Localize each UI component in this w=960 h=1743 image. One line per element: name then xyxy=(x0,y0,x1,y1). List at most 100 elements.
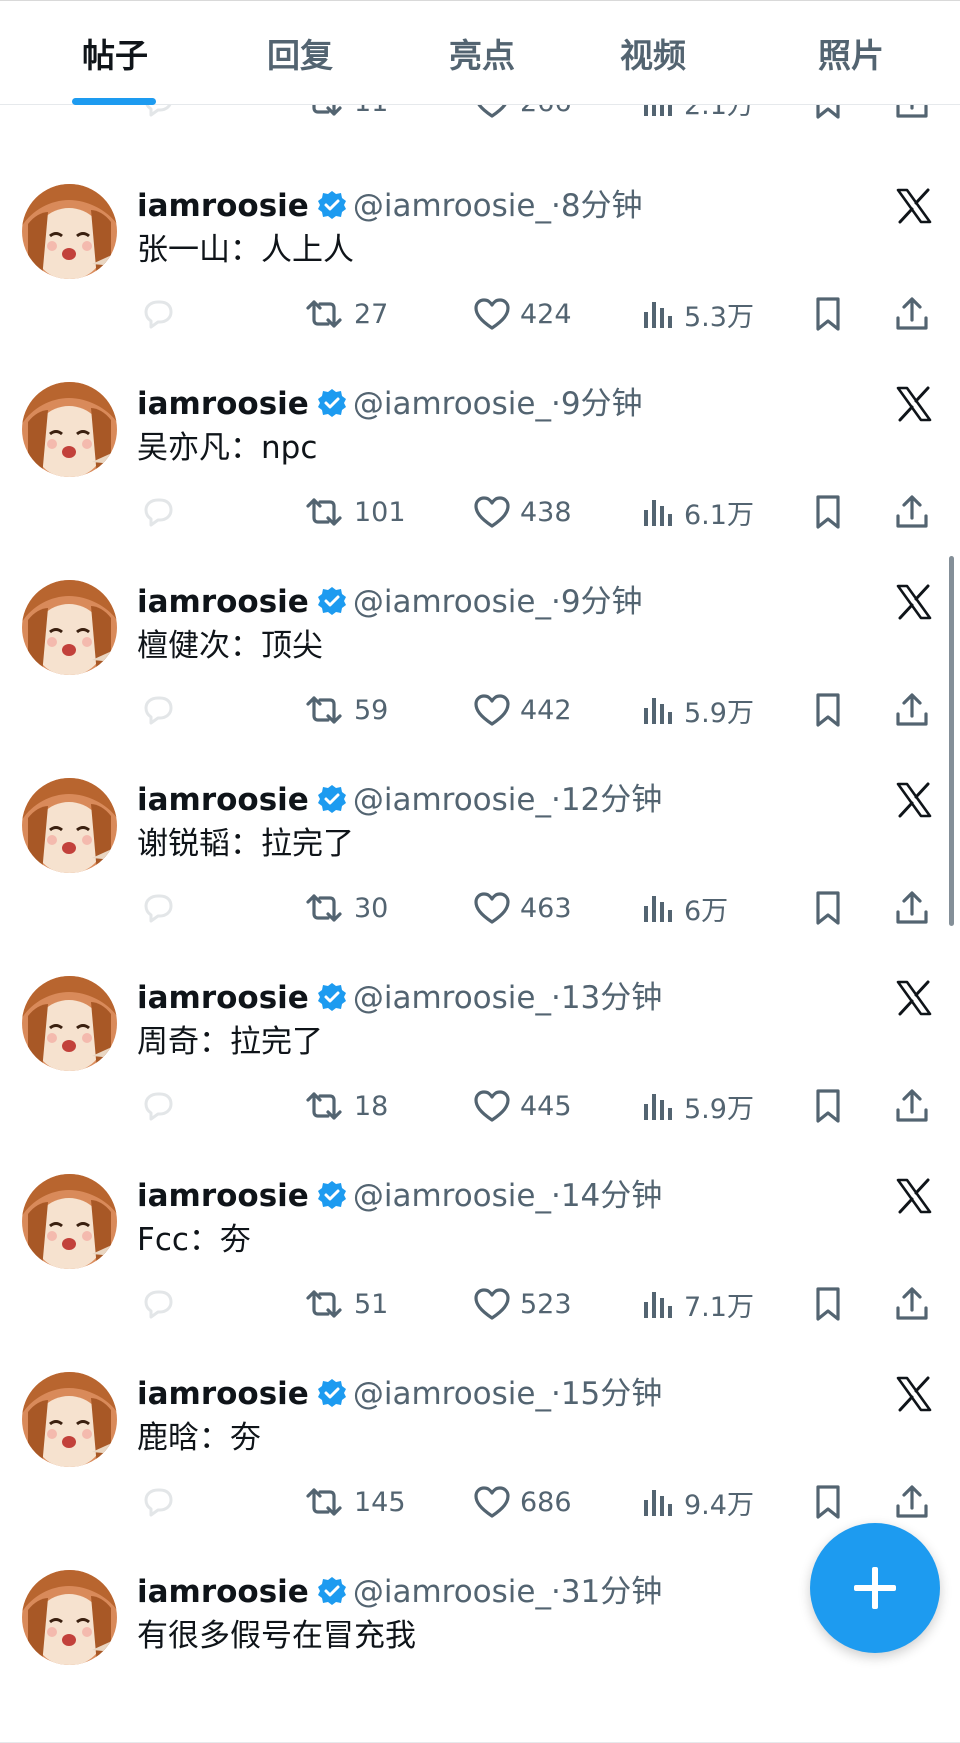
author-handle[interactable]: @iamroosie_ xyxy=(353,1376,551,1412)
x-logo-icon[interactable] xyxy=(894,186,934,226)
x-logo-icon[interactable] xyxy=(894,1374,934,1414)
x-logo-icon[interactable] xyxy=(894,384,934,424)
author-handle[interactable]: @iamroosie_ xyxy=(353,1178,551,1214)
avatar[interactable] xyxy=(22,1372,117,1467)
avatar[interactable] xyxy=(22,1570,117,1665)
reply-button[interactable] xyxy=(138,1276,178,1332)
bookmark-button[interactable] xyxy=(810,1276,846,1332)
post-card[interactable]: iamroosie @iamroosie_·9分钟 檀健次：顶尖 59 442 5.9万 xyxy=(0,554,960,753)
share-button[interactable] xyxy=(892,682,932,738)
share-button[interactable] xyxy=(892,880,932,936)
like-button[interactable]: 442 xyxy=(472,682,572,738)
share-button[interactable] xyxy=(892,1474,932,1530)
retweet-button[interactable]: 18 xyxy=(302,1078,388,1134)
views-button[interactable]: 5.9万 xyxy=(640,1078,754,1134)
retweet-button[interactable]: 145 xyxy=(302,1474,406,1530)
author-name[interactable]: iamroosie xyxy=(137,782,309,818)
retweet-count: 145 xyxy=(354,1486,406,1518)
avatar[interactable] xyxy=(22,778,117,873)
reply-button[interactable] xyxy=(138,682,178,738)
retweet-button[interactable]: 59 xyxy=(302,682,388,738)
like-count: 442 xyxy=(520,694,572,726)
post-time[interactable]: ·13分钟 xyxy=(551,980,662,1016)
like-button[interactable]: 463 xyxy=(472,880,572,936)
share-button[interactable] xyxy=(892,484,932,540)
share-button[interactable] xyxy=(892,286,932,342)
post-time[interactable]: ·31分钟 xyxy=(551,1574,662,1610)
like-button[interactable]: 424 xyxy=(472,286,572,342)
post-card[interactable]: iamroosie @iamroosie_·9分钟 吴亦凡：npc 101 438 6.1… xyxy=(0,356,960,555)
avatar[interactable] xyxy=(22,382,117,477)
x-logo-icon[interactable] xyxy=(894,1176,934,1216)
author-name[interactable]: iamroosie xyxy=(137,980,309,1016)
reply-button[interactable] xyxy=(138,484,178,540)
author-handle[interactable]: @iamroosie_ xyxy=(353,584,551,620)
views-button[interactable]: 6.1万 xyxy=(640,484,754,540)
views-button[interactable]: 9.4万 xyxy=(640,1474,754,1530)
scrollbar[interactable] xyxy=(949,556,954,926)
tab-highlights[interactable]: 亮点 xyxy=(437,29,527,77)
tab-photos[interactable]: 照片 xyxy=(806,29,896,77)
like-button[interactable]: 438 xyxy=(472,484,572,540)
like-button[interactable]: 523 xyxy=(472,1276,572,1332)
author-name[interactable]: iamroosie xyxy=(137,584,309,620)
x-logo-icon[interactable] xyxy=(894,978,934,1018)
retweet-button[interactable]: 101 xyxy=(302,484,406,540)
post-card[interactable]: iamroosie @iamroosie_·14分钟 Fcc：夯 51 523 7.1万 xyxy=(0,1148,960,1347)
tab-posts[interactable]: 帖子 xyxy=(70,29,160,77)
like-count: 445 xyxy=(520,1090,572,1122)
share-button[interactable] xyxy=(892,1078,932,1134)
reply-button[interactable] xyxy=(138,1474,178,1530)
author-handle[interactable]: @iamroosie_ xyxy=(353,1574,551,1610)
post-time[interactable]: ·9分钟 xyxy=(551,584,643,620)
author-handle[interactable]: @iamroosie_ xyxy=(353,188,551,224)
x-logo-icon[interactable] xyxy=(894,582,934,622)
post-time[interactable]: ·8分钟 xyxy=(551,188,643,224)
author-name[interactable]: iamroosie xyxy=(137,188,309,224)
views-button[interactable]: 7.1万 xyxy=(640,1276,754,1332)
compose-button[interactable] xyxy=(810,1523,940,1653)
author-name[interactable]: iamroosie xyxy=(137,1376,309,1412)
like-button[interactable]: 686 xyxy=(472,1474,572,1530)
share-button[interactable] xyxy=(892,1276,932,1332)
views-button[interactable]: 6万 xyxy=(640,880,728,936)
bookmark-button[interactable] xyxy=(810,880,846,936)
author-handle[interactable]: @iamroosie_ xyxy=(353,386,551,422)
avatar[interactable] xyxy=(22,184,117,279)
reply-button[interactable] xyxy=(138,1078,178,1134)
views-count: 7.1万 xyxy=(684,1291,754,1323)
author-name[interactable]: iamroosie xyxy=(137,1574,309,1610)
author-handle[interactable]: @iamroosie_ xyxy=(353,980,551,1016)
reply-button[interactable] xyxy=(138,880,178,936)
views-button[interactable]: 5.3万 xyxy=(640,286,754,342)
reply-button[interactable] xyxy=(138,286,178,342)
like-button[interactable]: 445 xyxy=(472,1078,572,1134)
retweet-button[interactable]: 27 xyxy=(302,286,388,342)
avatar[interactable] xyxy=(22,1174,117,1269)
author-handle[interactable]: @iamroosie_ xyxy=(353,782,551,818)
bookmark-button[interactable] xyxy=(810,682,846,738)
avatar[interactable] xyxy=(22,580,117,675)
post-card[interactable]: iamroosie @iamroosie_·8分钟 张一山：人上人 27 424 5.3万 xyxy=(0,158,960,357)
post-card[interactable]: iamroosie @iamroosie_·12分钟 谢锐韬：拉完了 30 463 6万 xyxy=(0,752,960,951)
bookmark-button[interactable] xyxy=(810,1078,846,1134)
retweet-button[interactable]: 51 xyxy=(302,1276,388,1332)
bookmark-button[interactable] xyxy=(810,1474,846,1530)
tab-videos[interactable]: 视频 xyxy=(608,29,698,77)
author-name[interactable]: iamroosie xyxy=(137,1178,309,1214)
post-time[interactable]: ·9分钟 xyxy=(551,386,643,422)
tab-replies[interactable]: 回复 xyxy=(255,29,345,77)
post-header: iamroosie @iamroosie_·12分钟 xyxy=(137,774,662,822)
post-card[interactable]: iamroosie @iamroosie_·13分钟 周奇：拉完了 18 445 5.9万 xyxy=(0,950,960,1149)
post-time[interactable]: ·14分钟 xyxy=(551,1178,662,1214)
x-logo-icon[interactable] xyxy=(894,780,934,820)
author-name[interactable]: iamroosie xyxy=(137,386,309,422)
retweet-button[interactable]: 30 xyxy=(302,880,388,936)
avatar[interactable] xyxy=(22,976,117,1071)
bookmark-button[interactable] xyxy=(810,286,846,342)
bookmark-button[interactable] xyxy=(810,484,846,540)
post-time[interactable]: ·12分钟 xyxy=(551,782,662,818)
post-time[interactable]: ·15分钟 xyxy=(551,1376,662,1412)
views-button[interactable]: 5.9万 xyxy=(640,682,754,738)
post-card[interactable]: iamroosie @iamroosie_·15分钟 鹿晗：夯 145 686 9.4万 xyxy=(0,1346,960,1545)
